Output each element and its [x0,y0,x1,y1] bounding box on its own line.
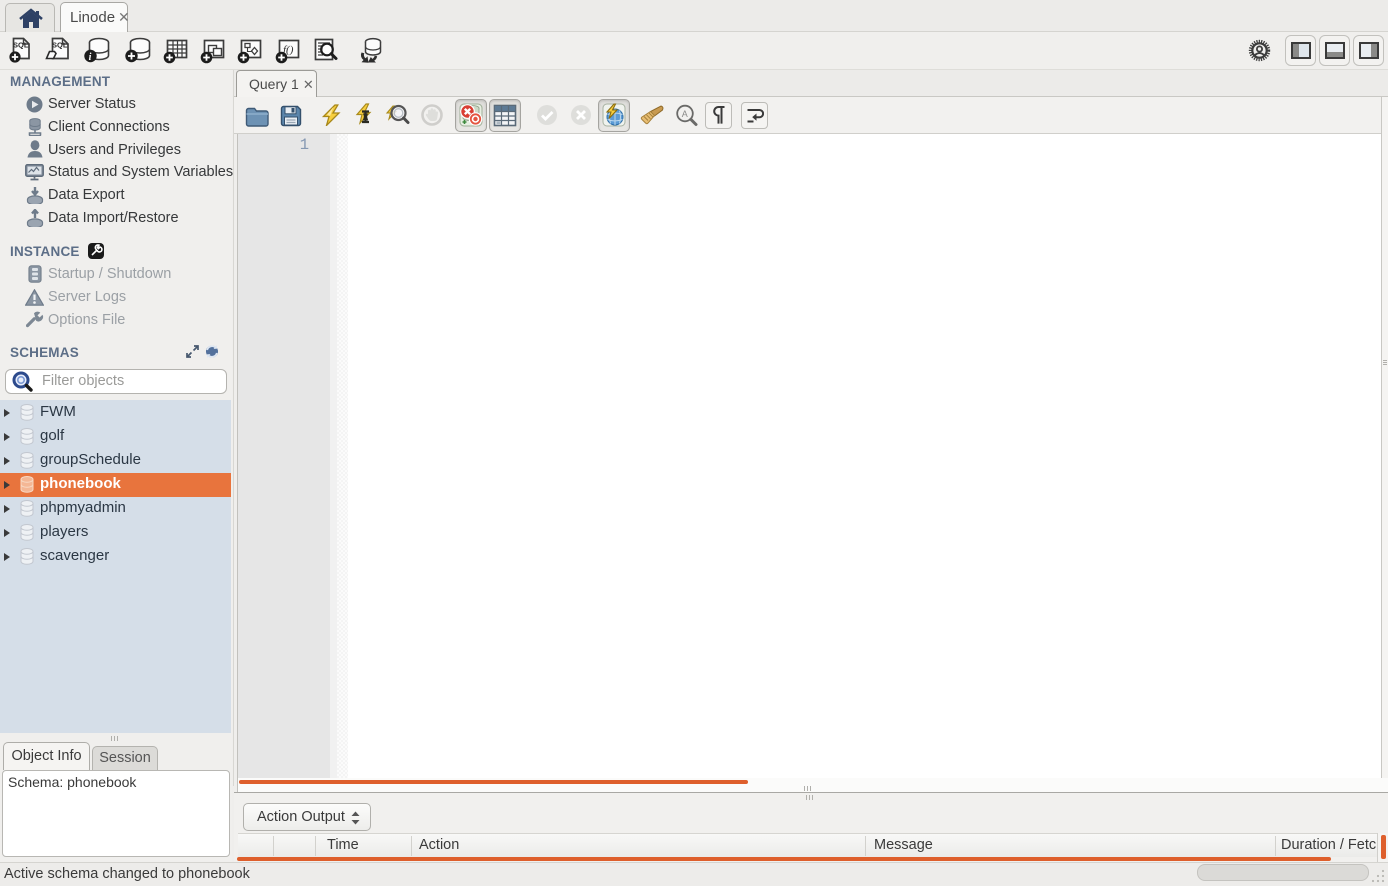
svg-text:SQL: SQL [52,41,68,50]
svg-text:i: i [89,52,92,63]
svg-text:A: A [682,109,688,119]
svg-text:SQL: SQL [13,41,29,50]
